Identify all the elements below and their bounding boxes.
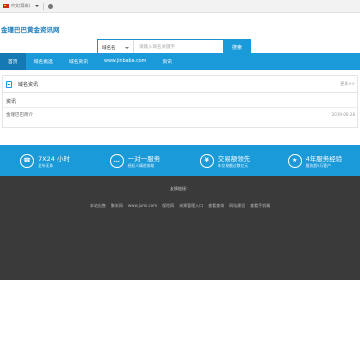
friend-links-label: 友情链接： [170,186,190,191]
feature-title: 交易额领先 [217,154,251,163]
feature-desc: 服务超5万客户 [305,162,331,168]
friend-link[interactable]: 保险网 [162,203,174,209]
chevron-down-icon [35,5,40,7]
main-nav: 首页 域名挑选 域名资讯 www.jinbaba.com 资讯 [0,53,360,70]
nav-item-home[interactable]: 首页 [0,53,26,70]
chevron-down-icon [125,46,129,49]
feature-title: 一对一服务 [127,154,161,163]
book-icon [6,80,12,88]
friend-links: 本站出售 聚米网 www.jumi.com 保险网 米果管理入口 查看查询 网站… [0,203,360,209]
feature-desc: 经纪人精进协助 [127,162,155,168]
search-type-label: 域名名 [102,45,116,51]
chat-icon: … [109,153,124,168]
features-strip: ☎ 7X24 小时 全年无休 … 一对一服务 经纪人精进协助 ¥ 交易额领先 年… [0,145,360,176]
news-item-date: 2019-06-28 [331,112,355,117]
news-subtitle: 资讯 [3,93,357,108]
feature-title: 7X24 小时 [38,154,70,163]
header: 金瑾巴巴黄金资讯网 域名名 搜索 [0,13,360,56]
site-logo[interactable]: 金瑾巴巴黄金资讯网 [1,24,60,34]
friend-link[interactable]: 本站出售 [90,203,106,209]
nav-item-site-link[interactable]: www.jinbaba.com [96,53,154,70]
feature-item: ¥ 交易额领先 年交易额过数亿元 [180,145,270,176]
friend-link[interactable]: 查看查询 [208,203,224,209]
friend-link[interactable]: 网站建设 [229,203,245,209]
news-panel: 域名资讯 更多>> 资讯 金瑾巴巴简介 2019-06-28 [2,75,358,128]
nav-item-domain-pick[interactable]: 域名挑选 [26,53,61,70]
nav-item-domain-news[interactable]: 域名资讯 [61,53,96,70]
feature-item: … 一对一服务 经纪人精进协助 [90,145,180,176]
news-panel-header: 域名资讯 更多>> [3,76,357,93]
cn-flag-icon [3,4,9,8]
footer: 友情链接： 本站出售 聚米网 www.jumi.com 保险网 米果管理入口 查… [0,176,360,280]
trophy-icon: ★ [287,153,302,168]
feature-desc: 全年无休 [38,162,54,168]
top-bar: 中文(简体) [0,0,360,13]
news-item-title[interactable]: 金瑾巴巴简介 [6,112,33,118]
panel-title: 域名资讯 [18,81,39,88]
headset-icon: ☎ [20,153,35,168]
feature-item: ☎ 7X24 小时 全年无休 [0,145,90,176]
more-link[interactable]: 更多>> [340,81,355,87]
user-dot-icon[interactable] [48,3,54,9]
divider [43,2,45,10]
yen-icon: ¥ [199,153,214,168]
list-item[interactable]: 金瑾巴巴简介 2019-06-28 [3,108,357,118]
feature-desc: 年交易额过数亿元 [217,162,249,168]
friend-link[interactable]: 聚米网 [111,203,123,209]
feature-item: ★ 4年服务经验 服务超5万客户 [270,145,360,176]
nav-item-news[interactable]: 资讯 [154,53,180,70]
friend-link[interactable]: www.jumi.com [128,203,157,209]
feature-title: 4年服务经验 [305,154,343,163]
language-selector[interactable]: 中文(简体) [11,3,40,9]
friend-link[interactable]: 查看手机端 [250,203,270,209]
language-label: 中文(简体) [11,3,31,8]
friend-link[interactable]: 米果管理入口 [179,203,203,209]
